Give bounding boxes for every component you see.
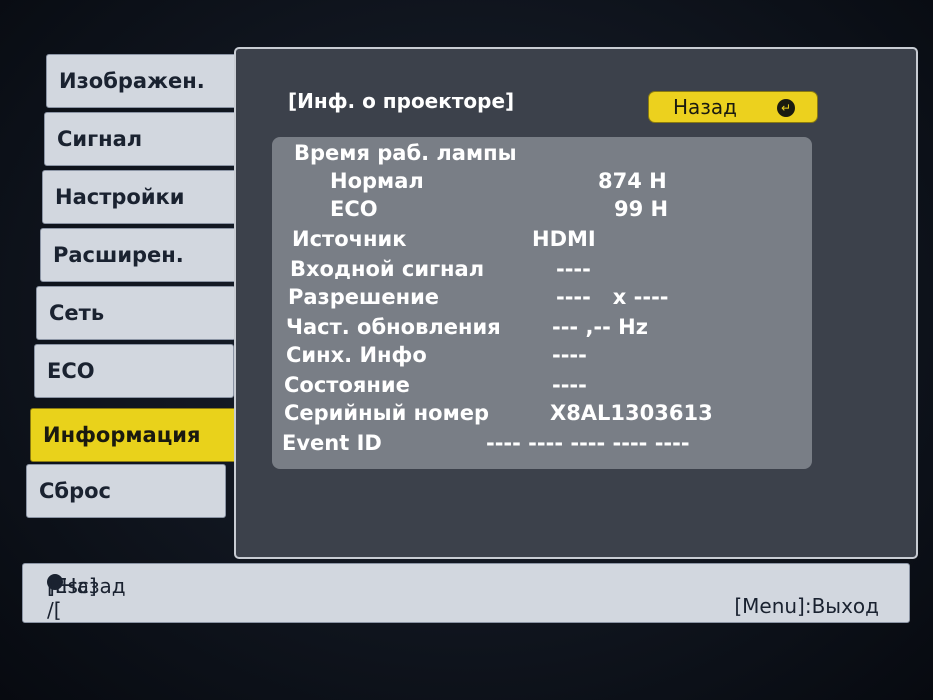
event-id-value: ---- ---- ---- ---- ---- [486,431,690,455]
tab-settings[interactable]: Настройки [42,170,242,224]
tab-label: Расширен. [53,243,184,267]
tab-label: ECO [47,359,95,383]
back-button-label: Назад [673,95,738,119]
resolution-value: ---- x ---- [556,285,669,309]
info-panel: [Инф. о проекторе] Назад ↵ Время раб. ла… [234,47,918,559]
source-label: Источник [292,227,407,251]
tab-label: Изображен. [59,69,205,93]
tab-extended[interactable]: Расширен. [40,228,240,282]
normal-value: 874 H [598,169,667,193]
tab-image[interactable]: Изображен. [46,54,246,108]
status-value: ---- [552,373,587,397]
tab-label: Сигнал [57,127,143,151]
serial-number-label: Серийный номер [284,401,490,425]
input-signal-value: ---- [556,257,591,281]
event-id-label: Event ID [282,431,382,455]
panel-title: [Инф. о проекторе] [288,89,515,113]
sync-info-label: Синх. Инфо [286,343,427,367]
source-value: HDMI [532,227,596,251]
tab-information[interactable]: Информация [30,408,252,462]
normal-label: Нормал [330,169,424,193]
eco-label: ECO [330,197,378,221]
tab-label: Информация [43,423,201,447]
projector-info-box: Время раб. лампы Нормал 874 H ECO 99 H И… [272,137,812,469]
eco-value: 99 H [614,197,669,221]
tab-network[interactable]: Сеть [36,286,236,340]
return-icon: ↵ [777,99,795,117]
serial-number-value: X8AL1303613 [550,401,713,425]
lamp-hours-label: Время раб. лампы [294,141,517,165]
status-label: Состояние [284,373,410,397]
sync-info-value: ---- [552,343,587,367]
tab-label: Настройки [55,185,185,209]
tab-label: Сеть [49,301,105,325]
refresh-rate-label: Част. обновления [286,315,501,339]
input-signal-label: Входной сигнал [290,257,485,281]
refresh-rate-value: --- ,-- Hz [552,315,648,339]
tab-label: Сброс [39,479,111,503]
menu-exit-hint: [Menu]:Выход [734,594,879,618]
tab-signal[interactable]: Сигнал [44,112,244,166]
resolution-label: Разрешение [288,285,440,309]
footer-hint-bar: [Esc] /[↵]:Назад [Menu]:Выход [22,563,910,623]
tab-reset[interactable]: Сброс [26,464,226,518]
back-button[interactable]: Назад ↵ [648,91,818,123]
tab-eco[interactable]: ECO [34,344,234,398]
